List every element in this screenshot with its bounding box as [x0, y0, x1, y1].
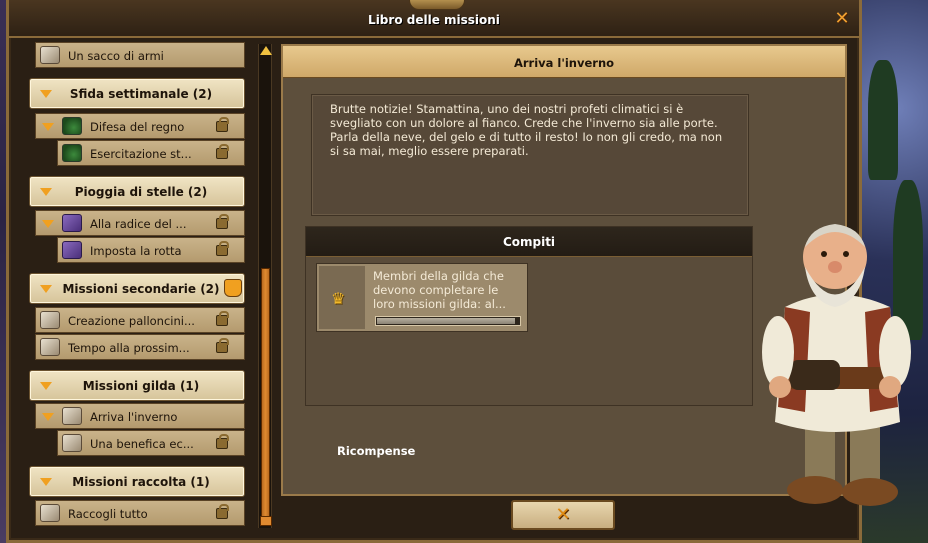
- new-quest-badge-icon: [224, 279, 242, 297]
- group-header[interactable]: Pioggia di stelle (2): [29, 176, 245, 207]
- quest-list: Un sacco di armi Sfida settimanale (2) D…: [27, 42, 252, 529]
- list-item[interactable]: Alla radice del ...: [35, 210, 245, 236]
- group-header[interactable]: Missioni gilda (1): [29, 370, 245, 401]
- quest-list-scrollbar[interactable]: [258, 44, 272, 528]
- quest-label: Tempo alla prossim...: [68, 341, 190, 355]
- group-header[interactable]: Missioni secondarie (2): [29, 273, 245, 304]
- close-icon[interactable]: ✕: [833, 10, 851, 28]
- chevron-down-icon: [42, 413, 54, 421]
- list-item[interactable]: Una benefica ec...: [57, 430, 245, 456]
- quill-icon: [62, 241, 82, 259]
- quest-title: Arriva l'inverno: [513, 56, 615, 70]
- guild-scroll-icon: [62, 407, 82, 425]
- quest-details-header: Arriva l'inverno: [283, 46, 845, 78]
- character-arm: [879, 316, 911, 388]
- quest-label: Arriva l'inverno: [90, 410, 178, 424]
- character-eye: [843, 251, 849, 257]
- character-boot: [787, 476, 843, 504]
- list-item[interactable]: Creazione palloncini...: [35, 307, 245, 333]
- chevron-down-icon: [40, 188, 52, 196]
- close-icon: ✕: [555, 504, 571, 525]
- character-hand: [879, 376, 901, 398]
- guild-scroll-icon: [62, 434, 82, 452]
- quest-label: Difesa del regno: [90, 120, 185, 134]
- tasks-section: Compiti ♛ Membri della gilda che devono …: [305, 226, 753, 406]
- group-label: Pioggia di stelle (2): [74, 185, 208, 199]
- quest-book-window: Libro delle missioni ✕ Un sacco di armi …: [6, 0, 862, 543]
- lock-icon: [216, 504, 229, 519]
- character-boot: [842, 478, 898, 506]
- list-item[interactable]: Tempo alla prossim...: [35, 334, 245, 360]
- group-header[interactable]: Sfida settimanale (2): [29, 78, 245, 109]
- quest-label: Esercitazione st...: [90, 147, 192, 161]
- lock-icon: [216, 117, 229, 132]
- task-icon-cell: ♛: [319, 266, 365, 329]
- close-button[interactable]: ✕: [511, 500, 615, 530]
- task-progress-fill: [377, 318, 515, 324]
- scroll-thumb[interactable]: [261, 268, 270, 518]
- chevron-down-icon: [40, 478, 52, 486]
- character-hand: [769, 376, 791, 398]
- advisor-character-illustration: [762, 224, 911, 506]
- chevron-down-icon: [40, 90, 52, 98]
- group-label: Missioni raccolta (1): [72, 475, 210, 489]
- lock-icon: [216, 144, 229, 159]
- shield-icon: [62, 117, 82, 135]
- list-item-selected[interactable]: Arriva l'inverno: [35, 403, 245, 429]
- crown-icon: ♛: [331, 289, 346, 308]
- shield-icon: [62, 144, 82, 162]
- quest-label: Un sacco di armi: [68, 49, 164, 63]
- lock-icon: [216, 311, 229, 326]
- chevron-down-icon: [42, 220, 54, 228]
- character-nose: [828, 261, 842, 273]
- lock-icon: [216, 214, 229, 229]
- quill-icon: [62, 214, 82, 232]
- task-progress-bar: [375, 316, 521, 326]
- group-label: Missioni secondarie (2): [62, 282, 220, 296]
- quest-description-box: Brutte notizie! Stamattina, uno dei nost…: [311, 94, 749, 216]
- quest-label: Imposta la rotta: [90, 244, 182, 258]
- title-bar: Libro delle missioni ✕: [9, 0, 859, 38]
- chevron-down-icon: [40, 382, 52, 390]
- quest-label: Creazione palloncini...: [68, 314, 195, 328]
- lock-icon: [216, 241, 229, 256]
- lock-icon: [216, 338, 229, 353]
- group-header[interactable]: Missioni raccolta (1): [29, 466, 245, 497]
- list-item[interactable]: Esercitazione st...: [57, 140, 245, 166]
- window-title: Libro delle missioni: [368, 13, 500, 27]
- list-item[interactable]: Difesa del regno: [35, 113, 245, 139]
- book-icon: [409, 0, 465, 10]
- scroll-icon: [40, 338, 60, 356]
- task-card[interactable]: ♛ Membri della gilda che devono completa…: [316, 263, 528, 332]
- quest-label: Alla radice del ...: [90, 217, 187, 231]
- list-item[interactable]: Imposta la rotta: [57, 237, 245, 263]
- tasks-label: Compiti: [502, 235, 556, 249]
- task-description: Membri della gilda che devono completare…: [373, 269, 506, 311]
- group-label: Sfida settimanale (2): [69, 87, 213, 101]
- scroll-up-arrow-icon[interactable]: [260, 46, 272, 55]
- list-item[interactable]: Raccogli tutto: [35, 500, 245, 526]
- rewards-label: Ricompense: [337, 444, 416, 458]
- tree-decoration: [868, 60, 898, 180]
- quest-description: Brutte notizie! Stamattina, uno dei nost…: [330, 102, 723, 158]
- quest-label: Una benefica ec...: [90, 437, 194, 451]
- lock-icon: [216, 434, 229, 449]
- quest-label: Raccogli tutto: [68, 507, 148, 521]
- scroll-down-arrow-icon[interactable]: [260, 516, 272, 526]
- character-pouch: [790, 360, 840, 390]
- character-eye: [821, 251, 827, 257]
- chevron-down-icon: [42, 123, 54, 131]
- tasks-header: Compiti: [306, 227, 752, 257]
- chevron-down-icon: [40, 285, 52, 293]
- scroll-icon: [40, 46, 60, 64]
- group-label: Missioni gilda (1): [82, 379, 200, 393]
- scroll-icon: [40, 311, 60, 329]
- list-item[interactable]: Un sacco di armi: [35, 42, 245, 68]
- scroll-icon: [40, 504, 60, 522]
